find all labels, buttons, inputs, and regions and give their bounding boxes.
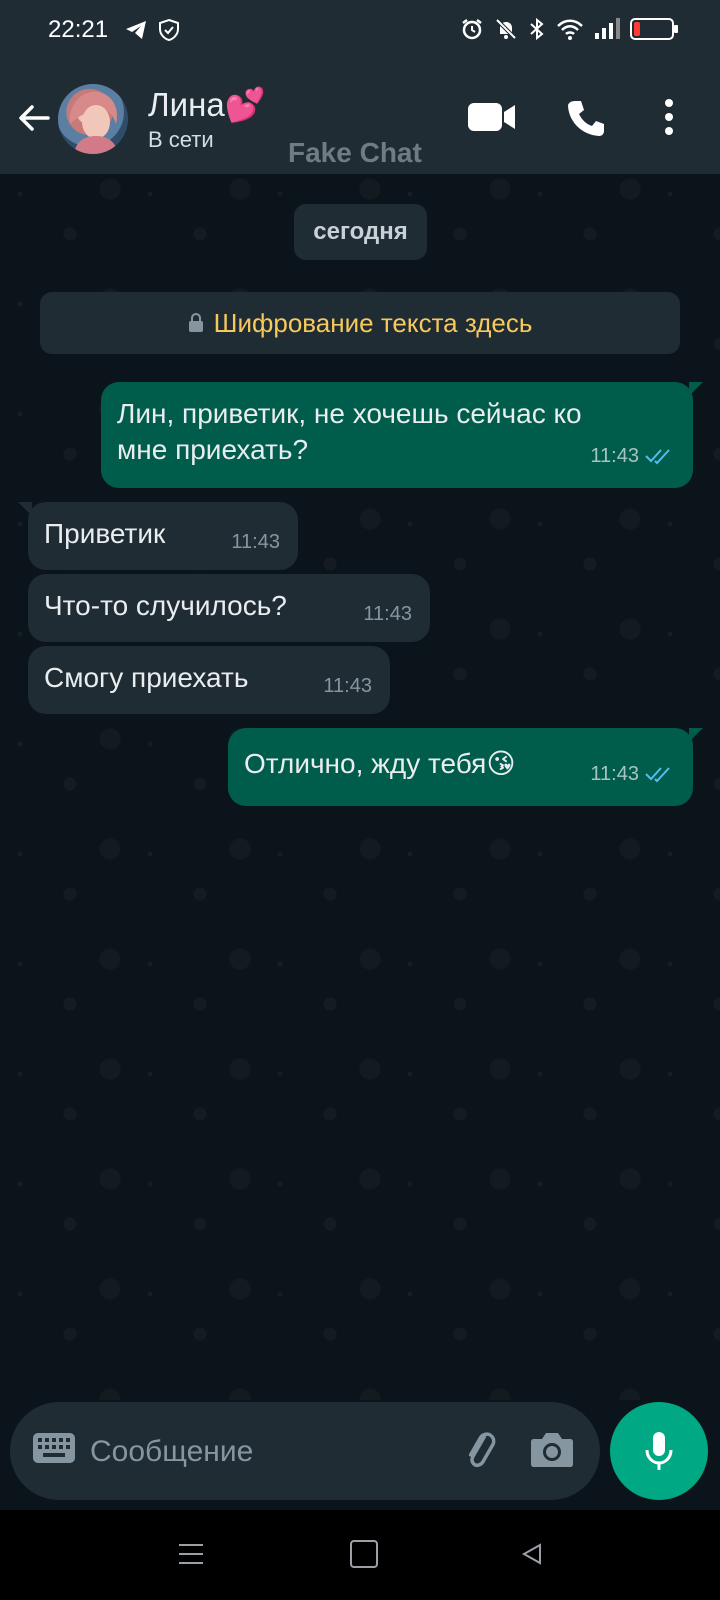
camera-icon[interactable] bbox=[530, 1430, 574, 1468]
message-input[interactable] bbox=[88, 1422, 452, 1482]
date-divider: сегодня bbox=[294, 204, 427, 260]
read-ticks-icon bbox=[645, 767, 670, 783]
bluetooth-icon bbox=[530, 17, 544, 41]
back-arrow-icon[interactable] bbox=[16, 100, 52, 136]
message-bubble-incoming[interactable]: Приветик 11:43 bbox=[18, 502, 298, 570]
message-text: Приветик bbox=[44, 518, 166, 549]
message-time: 11:43 bbox=[363, 603, 412, 625]
telegram-icon bbox=[126, 21, 146, 39]
message-text: Что-то случилось? bbox=[44, 590, 287, 621]
contact-status: В сети bbox=[148, 127, 214, 152]
message-time: 11:43 bbox=[323, 675, 372, 697]
message-time: 11:43 bbox=[590, 445, 639, 467]
watermark: Fake Chat bbox=[288, 137, 422, 168]
phone-icon[interactable] bbox=[566, 98, 606, 138]
contact-name[interactable]: Лина💕 bbox=[148, 86, 266, 125]
avatar[interactable] bbox=[58, 84, 128, 154]
more-vert-icon[interactable] bbox=[664, 98, 674, 136]
home-icon[interactable] bbox=[350, 1540, 378, 1568]
status-time: 22:21 bbox=[48, 16, 109, 43]
message-bubble-outgoing[interactable]: Отлично, жду тебя😘 11:43 bbox=[228, 728, 703, 806]
video-call-icon[interactable] bbox=[468, 102, 516, 132]
recent-apps-icon[interactable] bbox=[178, 1542, 204, 1566]
battery-icon bbox=[630, 18, 678, 40]
mic-button[interactable] bbox=[610, 1402, 708, 1500]
message-text: Отлично, жду тебя😘 bbox=[244, 748, 516, 779]
mic-icon bbox=[645, 1432, 673, 1470]
lock-icon bbox=[188, 313, 203, 332]
alarm-icon bbox=[462, 19, 482, 40]
message-bubble-incoming[interactable]: Смогу приехать 11:43 bbox=[28, 646, 390, 714]
keyboard-icon[interactable] bbox=[32, 1432, 76, 1464]
message-bubble-outgoing[interactable]: Лин, приветик, не хочешь сейчас ко мне п… bbox=[101, 382, 703, 488]
message-text: Лин, приветик, не хочешь сейчас ко bbox=[117, 398, 582, 429]
encryption-text: Шифрование текста здесь bbox=[213, 307, 533, 338]
message-text: Смогу приехать bbox=[44, 662, 249, 693]
message-text: мне приехать? bbox=[117, 434, 309, 465]
encryption-notice[interactable]: Шифрование текста здесь bbox=[40, 292, 680, 354]
message-time: 11:43 bbox=[590, 763, 639, 785]
message-composer bbox=[10, 1402, 600, 1500]
system-navigation-bar bbox=[0, 1510, 720, 1600]
message-time: 11:43 bbox=[231, 531, 280, 553]
shield-icon bbox=[159, 18, 179, 42]
wifi-icon bbox=[557, 19, 583, 40]
nav-back-icon[interactable] bbox=[520, 1542, 544, 1566]
mute-icon bbox=[495, 18, 517, 40]
signal-icon bbox=[595, 18, 620, 39]
read-ticks-icon bbox=[645, 449, 670, 465]
message-bubble-incoming[interactable]: Что-то случилось? 11:43 bbox=[28, 574, 430, 642]
attach-icon[interactable] bbox=[458, 1428, 504, 1474]
status-bar: 22:21 bbox=[0, 0, 720, 66]
